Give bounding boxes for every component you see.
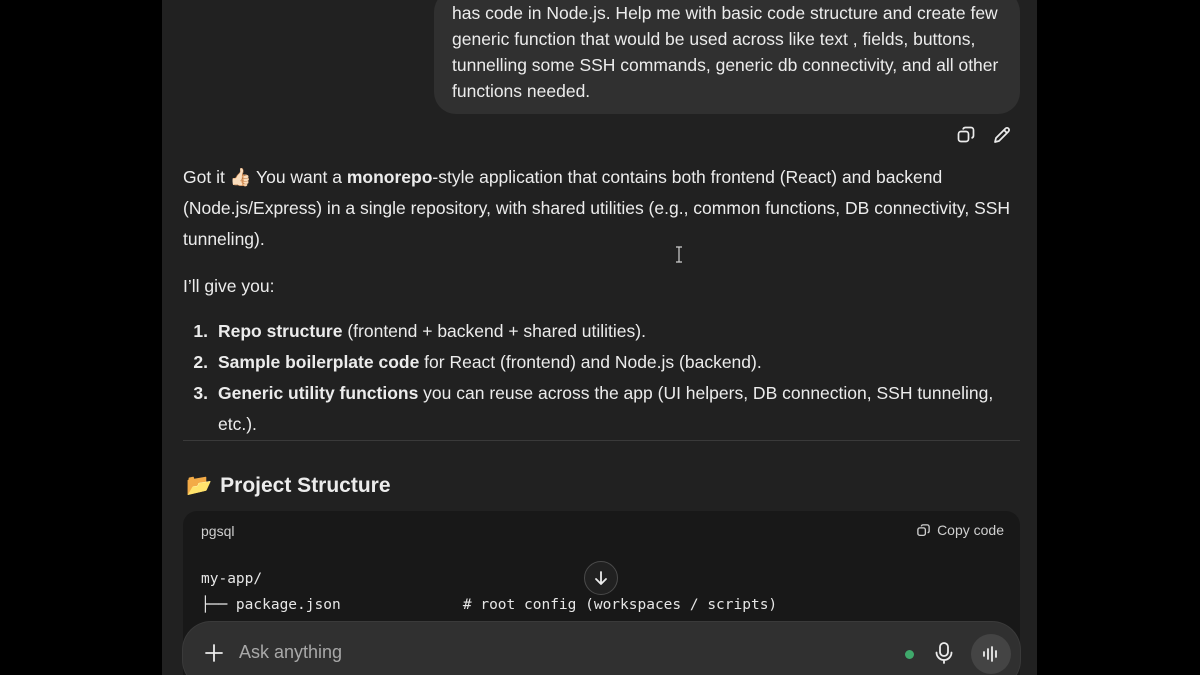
pencil-icon [994,127,1010,143]
assistant-intro-paragraph: Got it 👍🏻 You want a monorepo-style appl… [183,162,1013,255]
list-item: 1. Repo structure (frontend + backend + … [183,316,1013,347]
intro-text: tunneling). [183,229,265,249]
list-item-text: for React (frontend) and Node.js (backen… [419,352,762,372]
text-cursor-icon [676,246,682,263]
list-item-bold: Generic utility functions [218,383,419,403]
chat-panel: has code in Node.js. Help me with basic … [162,0,1037,675]
list-number: 3. [193,383,208,403]
list-item: 2. Sample boilerplate code for React (fr… [183,347,1013,378]
prompt-input[interactable] [239,636,839,668]
copy-icon [957,126,975,143]
edit-message-button[interactable] [991,124,1013,146]
user-message-line: generic function that would be used acro… [452,29,976,49]
section-heading: 📂 Project Structure [186,474,391,498]
user-message-line: functions needed. [452,81,591,101]
list-number: 1. [193,321,208,341]
steps-list: 1. Repo structure (frontend + backend + … [183,316,1013,440]
copy-message-button[interactable] [955,124,977,146]
arrow-down-icon [595,571,607,585]
message-actions [955,124,1013,146]
user-message-line: tunnelling some SSH commands, generic db… [452,55,999,75]
folder-icon: 📂 [186,474,213,497]
intro-text: (Node.js/Express) in a single repository… [183,198,1011,218]
intro-text: -style application that contains both fr… [432,167,943,187]
code-line: ├── package.json # root config (workspac… [201,597,778,613]
copy-code-label: Copy code [937,522,1004,538]
list-number: 2. [193,352,208,372]
intro-text: You want a [251,167,347,187]
list-item-text: (frontend + backend + shared utilities). [342,321,646,341]
code-language-label: pgsql [201,523,235,539]
voice-mode-button[interactable] [971,634,1011,674]
assistant-message: Got it 👍🏻 You want a monorepo-style appl… [183,162,1013,440]
message-composer [183,622,1020,675]
list-item: 3. Generic utility functions you can reu… [183,378,1013,440]
assistant-lead-in: I’ll give you: [183,276,275,296]
scroll-to-bottom-button[interactable] [584,561,618,595]
section-divider [183,440,1020,441]
list-item-bold: Sample boilerplate code [218,352,420,372]
code-line: my-app/ [201,571,263,587]
waveform-icon [983,646,997,662]
plus-icon[interactable] [203,642,225,664]
user-message-bubble: has code in Node.js. Help me with basic … [434,0,1020,114]
copy-code-button[interactable]: Copy code [916,522,1004,538]
copy-icon [917,523,930,536]
user-message-line: has code in Node.js. Help me with basic … [452,3,998,23]
list-item-bold: Repo structure [218,321,343,341]
thumbs-up-emoji: 👍🏻 [229,167,252,187]
status-indicator [905,650,914,659]
intro-text: Got it [183,167,230,187]
intro-bold-monorepo: monorepo [346,167,433,187]
microphone-icon[interactable] [933,641,955,665]
section-title-text: Project Structure [220,474,391,497]
